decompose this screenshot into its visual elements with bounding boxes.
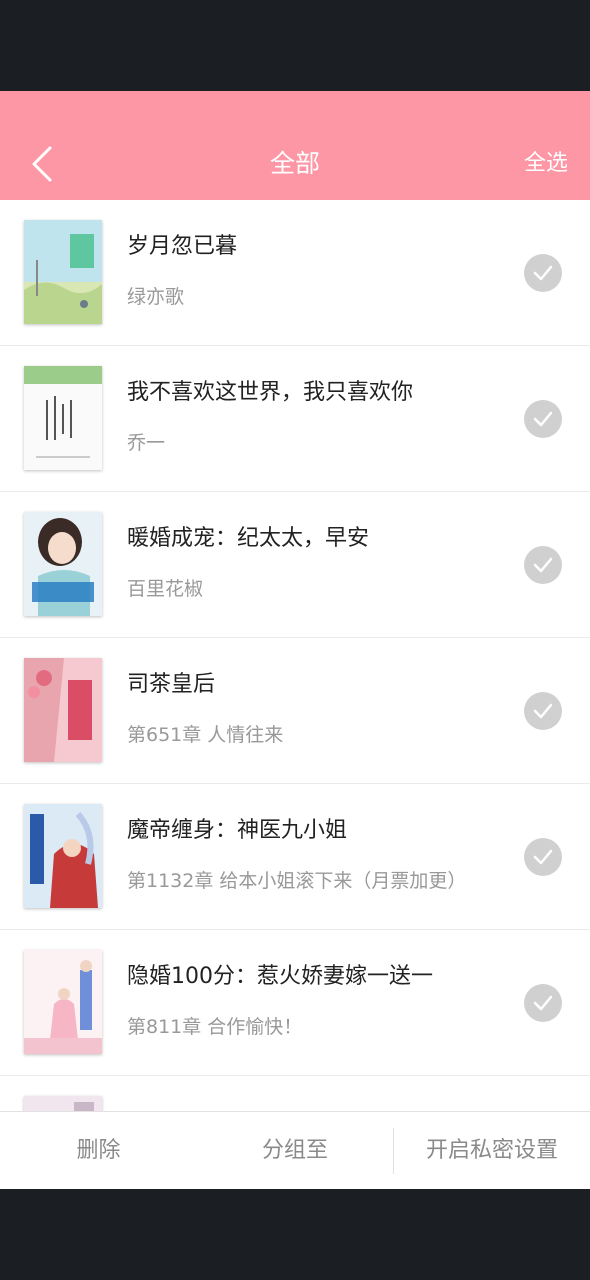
book-item[interactable]: 暖婚成宠：纪太太，早安 百里花椒	[0, 492, 590, 638]
book-cover-5	[24, 804, 102, 908]
status-bar	[0, 0, 590, 91]
book-item[interactable]: 魔帝缠身：神医九小姐 第1132章 给本小姐滚下来（月票加更）	[0, 784, 590, 930]
check-icon	[533, 411, 553, 427]
delete-button[interactable]: 删除	[0, 1112, 197, 1189]
book-list: 岁月忽已暮 绿亦歌 我不喜欢这世界，我只喜欢你 乔一 暖婚成宠：纪太太，早安 百…	[0, 200, 590, 1111]
book-subtitle: 百里花椒	[127, 578, 204, 600]
book-title: 岁月忽已暮	[127, 234, 238, 259]
book-cover-2	[24, 366, 102, 470]
check-icon	[533, 849, 553, 865]
book-subtitle: 绿亦歌	[127, 286, 185, 308]
page-title: 全部	[269, 149, 320, 178]
book-subtitle: 第811章 合作愉快！	[127, 1016, 303, 1038]
select-checkbox[interactable]	[524, 400, 562, 438]
book-subtitle: 第651章 人情往来	[127, 724, 284, 746]
book-subtitle: 第1132章 给本小姐滚下来（月票加更）	[127, 870, 467, 892]
book-title: 隐婚100分：惹火娇妻嫁一送一	[127, 964, 433, 989]
select-checkbox[interactable]	[524, 984, 562, 1022]
book-cover-3	[24, 512, 102, 616]
book-cover-4	[24, 658, 102, 762]
book-title: 魔帝缠身：神医九小姐	[127, 818, 348, 843]
check-icon	[533, 557, 553, 573]
book-cover-6	[24, 950, 102, 1054]
check-icon	[533, 265, 553, 281]
private-settings-button[interactable]: 开启私密设置	[394, 1112, 590, 1189]
check-icon	[533, 703, 553, 719]
bottom-action-bar: 删除 分组至 开启私密设置	[0, 1111, 590, 1189]
group-to-button[interactable]: 分组至	[197, 1112, 393, 1189]
check-icon	[533, 995, 553, 1011]
book-title: 暖婚成宠：纪太太，早安	[127, 526, 370, 551]
book-cover-7	[24, 1096, 102, 1111]
book-item-partial[interactable]	[0, 1076, 590, 1111]
book-item[interactable]: 我不喜欢这世界，我只喜欢你 乔一	[0, 346, 590, 492]
select-checkbox[interactable]	[524, 254, 562, 292]
select-checkbox[interactable]	[524, 692, 562, 730]
book-subtitle: 乔一	[127, 432, 166, 454]
book-item[interactable]: 司茶皇后 第651章 人情往来	[0, 638, 590, 784]
book-item[interactable]: 岁月忽已暮 绿亦歌	[0, 200, 590, 346]
book-title: 我不喜欢这世界，我只喜欢你	[127, 380, 414, 405]
book-item[interactable]: 隐婚100分：惹火娇妻嫁一送一 第811章 合作愉快！	[0, 930, 590, 1076]
select-checkbox[interactable]	[524, 546, 562, 584]
book-title: 司茶皇后	[127, 672, 216, 697]
select-all-button[interactable]: 全选	[524, 146, 568, 182]
system-nav-bar	[0, 1189, 590, 1280]
book-cover-1	[24, 220, 102, 324]
select-checkbox[interactable]	[524, 838, 562, 876]
